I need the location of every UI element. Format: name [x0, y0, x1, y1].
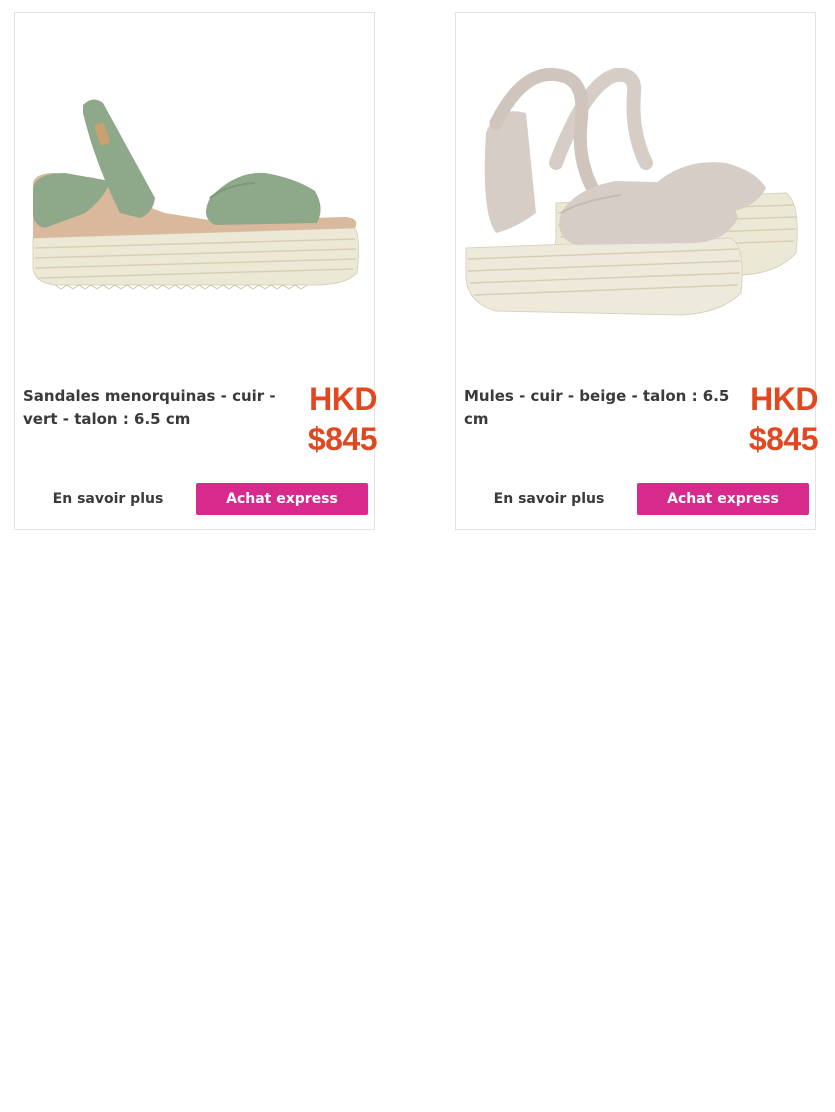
sandal-image-icon [32, 99, 360, 290]
learn-more-button[interactable]: En savoir plus [464, 483, 634, 515]
product-title[interactable]: Sandales menorquinas - cuir - vert - tal… [23, 385, 291, 431]
express-buy-button[interactable]: Achat express [637, 483, 809, 515]
product-image-green-sandal[interactable] [15, 13, 374, 373]
price-amount: $845 [748, 421, 819, 457]
sandal-pair-image-icon [465, 67, 798, 316]
price-amount: $845 [307, 421, 378, 457]
price-currency: HKD [750, 381, 818, 417]
express-buy-button[interactable]: Achat express [196, 483, 368, 515]
product-title[interactable]: Mules - cuir - beige - talon : 6.5 cm [464, 385, 732, 431]
price-currency: HKD [309, 381, 377, 417]
product-price: HKD $845 [307, 379, 378, 459]
product-grid: Sandales menorquinas - cuir - vert - tal… [0, 0, 835, 1112]
product-card: Sandales menorquinas - cuir - vert - tal… [14, 12, 378, 530]
product-image-beige-mules[interactable] [456, 13, 815, 373]
product-price: HKD $845 [748, 379, 819, 459]
learn-more-button[interactable]: En savoir plus [23, 483, 193, 515]
product-card: Mules - cuir - beige - talon : 6.5 cm HK… [455, 12, 819, 530]
